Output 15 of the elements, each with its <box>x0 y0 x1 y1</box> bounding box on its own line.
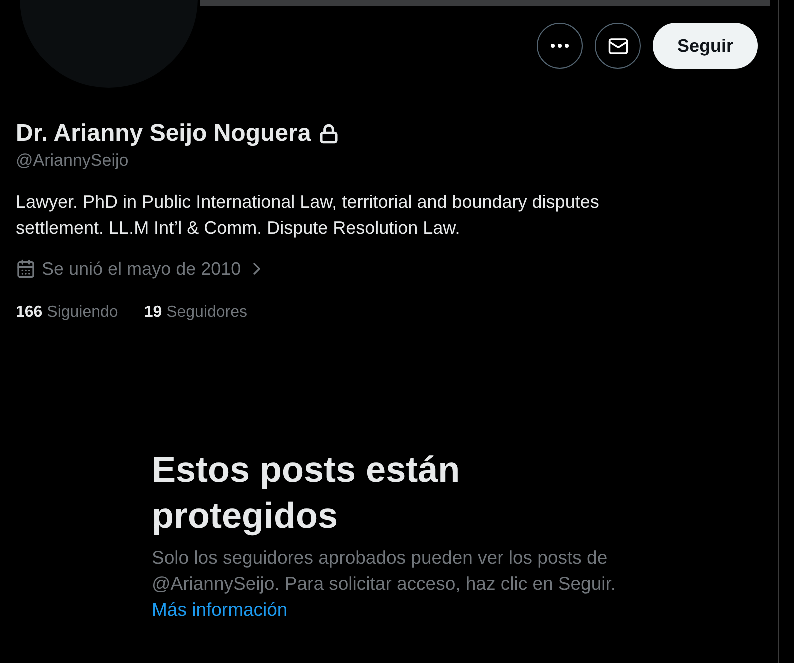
message-button[interactable] <box>595 23 641 69</box>
calendar-icon <box>16 259 36 279</box>
more-icon <box>551 44 569 48</box>
profile-handle: @AriannySeijo <box>16 150 130 172</box>
more-info-link[interactable]: Más información <box>152 599 288 620</box>
stat-link[interactable]: 166 Siguiendo <box>16 301 118 325</box>
follow-button[interactable]: Seguir <box>653 23 758 69</box>
profile-bio: Lawyer. PhD in Public International Law, territorial and boundary disputes settlement. LL.M Int’l & Comm. Dispute Resolution Law. <box>16 191 600 240</box>
protected-title: Estos posts están protegidos <box>152 448 462 538</box>
mail-icon <box>608 36 628 56</box>
profile-name: Dr. Arianny Seijo Noguera <box>16 119 312 149</box>
join-date: Se unió el mayo de 2010 <box>42 258 242 281</box>
stat-link[interactable]: 19 Seguidores <box>144 301 248 325</box>
protected-text: Solo los seguidores aprobados pueden ver los posts de @AriannySeijo. Para solicitar acceso, haz clic en Seguir. Más información <box>152 546 618 622</box>
more-button[interactable] <box>537 23 583 69</box>
